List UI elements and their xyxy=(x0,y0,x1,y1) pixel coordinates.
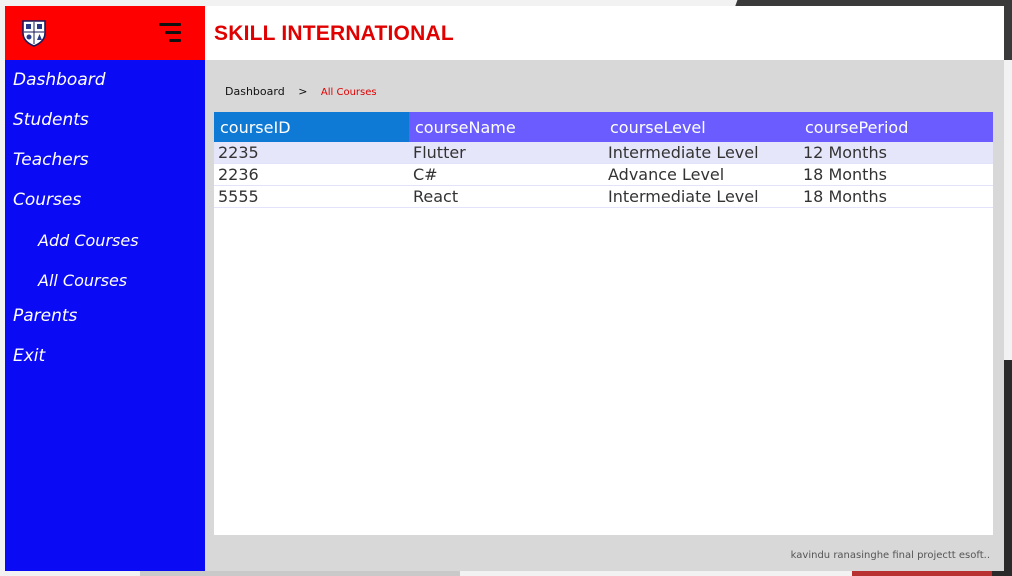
column-header-course-period[interactable]: coursePeriod xyxy=(799,112,993,142)
app-window: Dashboard Students Teachers Courses Add … xyxy=(5,6,1004,571)
cell-course-level: Intermediate Level xyxy=(604,185,799,208)
brand-title: SKILL INTERNATIONAL xyxy=(214,22,454,45)
cell-course-id: 2236 xyxy=(214,163,409,186)
breadcrumb-current: All Courses xyxy=(320,87,377,98)
breadcrumb: Dashboard > All Courses xyxy=(225,85,377,98)
table-row[interactable]: 2236 C# Advance Level 18 Months xyxy=(214,163,993,186)
footer-note: kavindu ranasinghe final projectt esoft.… xyxy=(790,550,990,561)
cell-course-id: 2235 xyxy=(214,142,409,164)
cell-course-period: 18 Months xyxy=(799,163,993,186)
sidebar: Dashboard Students Teachers Courses Add … xyxy=(5,6,205,571)
sidebar-item-add-courses[interactable]: Add Courses xyxy=(38,231,139,250)
sidebar-item-all-courses[interactable]: All Courses xyxy=(38,271,127,290)
cell-course-name: Flutter xyxy=(409,142,604,164)
sidebar-item-parents[interactable]: Parents xyxy=(13,306,77,326)
courses-table: courseID courseName courseLevel coursePe… xyxy=(214,112,993,208)
column-header-course-id[interactable]: courseID xyxy=(214,112,409,142)
menu-line xyxy=(165,31,181,34)
sidebar-item-teachers[interactable]: Teachers xyxy=(13,150,89,170)
column-header-course-level[interactable]: courseLevel xyxy=(604,112,799,142)
hamburger-menu-icon[interactable] xyxy=(157,22,181,44)
cell-course-name: C# xyxy=(409,163,604,186)
cell-course-level: Advance Level xyxy=(604,163,799,186)
sidebar-item-dashboard[interactable]: Dashboard xyxy=(13,70,106,90)
menu-line xyxy=(169,39,181,42)
cell-course-level: Intermediate Level xyxy=(604,142,799,164)
sidebar-item-students[interactable]: Students xyxy=(13,110,89,130)
courses-table-panel: courseID courseName courseLevel coursePe… xyxy=(214,112,993,535)
column-header-course-name[interactable]: courseName xyxy=(409,112,604,142)
breadcrumb-root[interactable]: Dashboard xyxy=(225,85,285,98)
sidebar-item-exit[interactable]: Exit xyxy=(13,346,45,366)
cell-course-period: 12 Months xyxy=(799,142,993,164)
table-header-row: courseID courseName courseLevel coursePe… xyxy=(214,112,993,142)
cell-course-period: 18 Months xyxy=(799,185,993,208)
menu-line xyxy=(159,23,181,26)
table-row[interactable]: 2235 Flutter Intermediate Level 12 Month… xyxy=(214,142,993,164)
cell-course-id: 5555 xyxy=(214,185,409,208)
school-crest-icon xyxy=(22,20,46,47)
cell-course-name: React xyxy=(409,185,604,208)
logo-bar xyxy=(5,6,205,60)
breadcrumb-separator: > xyxy=(298,85,308,98)
table-row[interactable]: 5555 React Intermediate Level 18 Months xyxy=(214,185,993,208)
top-header: SKILL INTERNATIONAL xyxy=(205,6,1004,60)
sidebar-item-courses[interactable]: Courses xyxy=(13,190,81,210)
